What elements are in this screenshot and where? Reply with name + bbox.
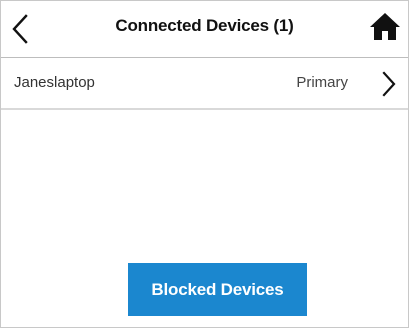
header-bar: Connected Devices (1) xyxy=(1,1,408,58)
back-button[interactable] xyxy=(9,13,35,45)
home-icon xyxy=(370,13,400,40)
chevron-left-icon xyxy=(12,14,28,44)
connected-devices-screen: Connected Devices (1) Janeslaptop Primar… xyxy=(0,0,409,328)
home-button[interactable] xyxy=(368,11,402,43)
device-status: Primary xyxy=(296,74,348,91)
device-row[interactable]: Janeslaptop Primary xyxy=(1,58,408,110)
blocked-devices-button[interactable]: Blocked Devices xyxy=(128,263,307,316)
device-name: Janeslaptop xyxy=(14,74,95,91)
page-title: Connected Devices (1) xyxy=(115,16,294,35)
chevron-right-icon[interactable] xyxy=(380,70,398,98)
